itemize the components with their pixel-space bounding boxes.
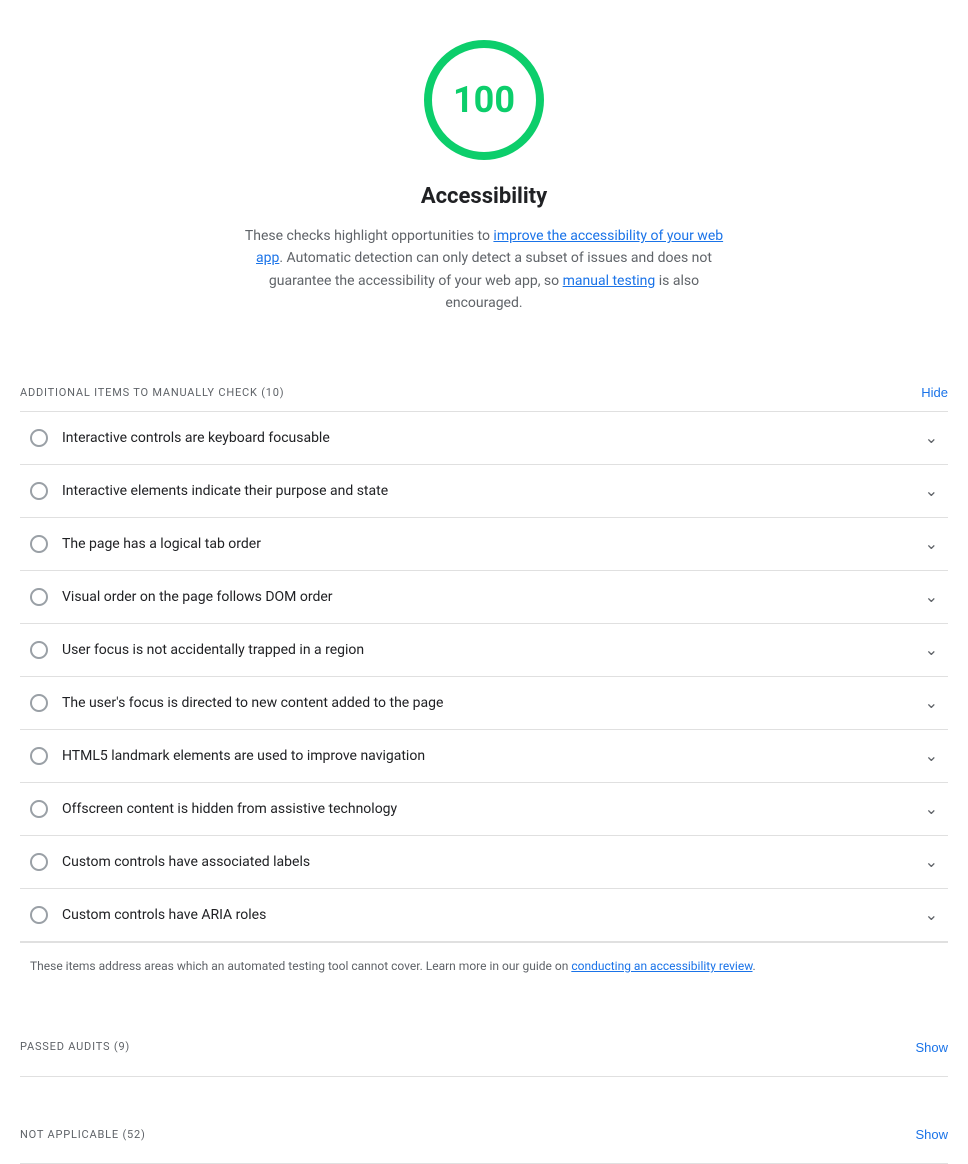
chevron-icon-5: ⌄ (925, 691, 938, 715)
audit-item-3[interactable]: Visual order on the page follows DOM ord… (20, 571, 948, 624)
audit-item-8[interactable]: Custom controls have associated labels ⌄ (20, 836, 948, 889)
score-section: 100 Accessibility These checks highlight… (20, 0, 948, 335)
manual-testing-link[interactable]: manual testing (563, 273, 656, 289)
audit-item-5[interactable]: The user's focus is directed to new cont… (20, 677, 948, 730)
audit-circle-icon-5 (30, 694, 48, 712)
audit-item-4[interactable]: User focus is not accidentally trapped i… (20, 624, 948, 677)
audit-label-3: Visual order on the page follows DOM ord… (62, 587, 333, 608)
audit-circle-icon-2 (30, 535, 48, 553)
audit-item-2[interactable]: The page has a logical tab order ⌄ (20, 518, 948, 571)
audit-item-9[interactable]: Custom controls have ARIA roles ⌄ (20, 889, 948, 942)
chevron-icon-8: ⌄ (925, 850, 938, 874)
chevron-icon-1: ⌄ (925, 479, 938, 503)
chevron-icon-6: ⌄ (925, 744, 938, 768)
audit-circle-icon-0 (30, 429, 48, 447)
chevron-icon-2: ⌄ (925, 532, 938, 556)
passed-audits-section: PASSED AUDITS (9) Show (20, 1019, 948, 1077)
not-applicable-section: NOT APPLICABLE (52) Show (20, 1107, 948, 1164)
audit-item-0[interactable]: Interactive controls are keyboard focusa… (20, 412, 948, 465)
audit-circle-icon-6 (30, 747, 48, 765)
accessibility-review-link[interactable]: conducting an accessibility review (571, 959, 752, 973)
audit-label-0: Interactive controls are keyboard focusa… (62, 428, 330, 449)
audit-circle-icon-3 (30, 588, 48, 606)
chevron-icon-3: ⌄ (925, 585, 938, 609)
manual-checks-label: ADDITIONAL ITEMS TO MANUALLY CHECK (10) (20, 385, 284, 402)
audit-circle-icon-9 (30, 906, 48, 924)
manual-checks-header: ADDITIONAL ITEMS TO MANUALLY CHECK (10) … (20, 365, 948, 412)
audit-label-1: Interactive elements indicate their purp… (62, 481, 388, 502)
description-part1: These checks highlight opportunities to (245, 228, 494, 244)
passed-audits-header: PASSED AUDITS (9) Show (20, 1019, 948, 1066)
audit-label-6: HTML5 landmark elements are used to impr… (62, 746, 425, 767)
audit-circle-icon-1 (30, 482, 48, 500)
not-applicable-header: NOT APPLICABLE (52) Show (20, 1107, 948, 1154)
chevron-icon-7: ⌄ (925, 797, 938, 821)
audit-label-2: The page has a logical tab order (62, 534, 261, 555)
score-circle: 100 (424, 40, 544, 160)
audit-circle-icon-4 (30, 641, 48, 659)
audit-circle-icon-8 (30, 853, 48, 871)
page-container: 100 Accessibility These checks highlight… (0, 0, 968, 1164)
passed-show-button[interactable]: Show (915, 1040, 948, 1055)
hide-button[interactable]: Hide (921, 385, 948, 400)
chevron-icon-4: ⌄ (925, 638, 938, 662)
audit-label-4: User focus is not accidentally trapped i… (62, 640, 364, 661)
audit-label-9: Custom controls have ARIA roles (62, 905, 266, 926)
audit-circle-icon-7 (30, 800, 48, 818)
description-text: These checks highlight opportunities to … (244, 225, 724, 315)
score-value: 100 (453, 73, 515, 127)
audit-item-1[interactable]: Interactive elements indicate their purp… (20, 465, 948, 518)
manual-check-note: These items address areas which an autom… (20, 942, 948, 989)
not-applicable-show-button[interactable]: Show (915, 1127, 948, 1142)
passed-audits-label: PASSED AUDITS (9) (20, 1039, 130, 1056)
audit-label-7: Offscreen content is hidden from assisti… (62, 799, 397, 820)
audit-label-8: Custom controls have associated labels (62, 852, 310, 873)
audit-label-5: The user's focus is directed to new cont… (62, 693, 443, 714)
not-applicable-label: NOT APPLICABLE (52) (20, 1127, 146, 1144)
audit-list: Interactive controls are keyboard focusa… (20, 411, 948, 989)
chevron-icon-0: ⌄ (925, 426, 938, 450)
audit-item-6[interactable]: HTML5 landmark elements are used to impr… (20, 730, 948, 783)
audit-item-7[interactable]: Offscreen content is hidden from assisti… (20, 783, 948, 836)
passed-divider (20, 1076, 948, 1077)
chevron-icon-9: ⌄ (925, 903, 938, 927)
page-title: Accessibility (421, 180, 547, 213)
